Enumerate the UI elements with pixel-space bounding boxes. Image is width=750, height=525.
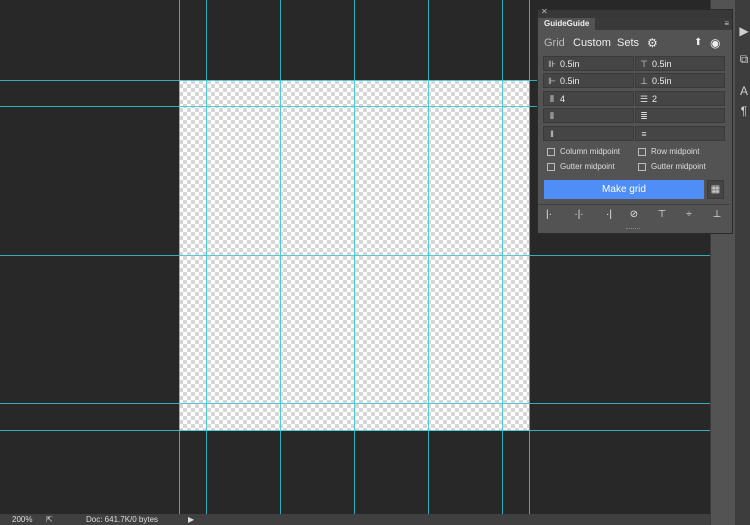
dock-column: [735, 0, 750, 525]
guide-horizontal[interactable]: [0, 430, 710, 431]
settings-gear-icon[interactable]: ⚙: [647, 35, 658, 51]
guide-bottom-icon[interactable]: ⊥: [709, 208, 725, 222]
panel-divider: [538, 204, 730, 205]
share-icon[interactable]: ⇱: [46, 514, 53, 525]
clear-guides-icon[interactable]: ⊘: [626, 208, 642, 222]
row-gutter-icon: ≡: [641, 129, 647, 139]
grid-options-icon[interactable]: ▦: [707, 180, 724, 199]
column-gutter-field[interactable]: ‖: [543, 126, 634, 141]
guide-horizontal[interactable]: [0, 403, 710, 404]
panel-titlebar: ✕: [538, 7, 732, 18]
panel-menu-icon[interactable]: ≡: [724, 18, 729, 30]
top-margin-field[interactable]: ⊤ 0.5in: [635, 56, 725, 71]
close-icon[interactable]: ✕: [541, 7, 548, 16]
guide-vertical[interactable]: [206, 0, 207, 514]
guide-vertical[interactable]: [529, 0, 530, 514]
guide-right-icon[interactable]: ·|: [601, 208, 617, 222]
paragraph-icon[interactable]: ¶: [737, 104, 750, 118]
gutter-midpoint-column-checkbox[interactable]: Gutter midpoint: [547, 161, 615, 172]
left-margin-field[interactable]: ⊪ 0.5in: [543, 56, 634, 71]
guide-vertical[interactable]: [502, 0, 503, 514]
panel-resize-grip[interactable]: [626, 228, 640, 232]
zoom-level[interactable]: 200%: [12, 514, 32, 525]
nav-sets[interactable]: Sets: [617, 35, 639, 51]
visibility-eye-icon[interactable]: ◉: [710, 35, 720, 51]
nav-grid[interactable]: Grid: [544, 35, 565, 51]
bottom-margin-icon: ⊥: [640, 76, 648, 86]
layers-icon[interactable]: ⧉: [737, 52, 750, 66]
column-width-field[interactable]: ⦀: [543, 108, 634, 123]
make-grid-button[interactable]: Make grid: [544, 180, 704, 199]
panel-tabbar: GuideGuide ≡: [538, 18, 732, 30]
doc-size: Doc: 641.7K/0 bytes: [86, 515, 159, 524]
top-margin-icon: ⊤: [640, 59, 648, 69]
rows-field[interactable]: ☰ 2: [635, 91, 725, 106]
character-icon[interactable]: A: [737, 84, 750, 98]
right-margin-field[interactable]: ⊩ 0.5in: [543, 73, 634, 88]
guide-vertical[interactable]: [354, 0, 355, 514]
guide-horizontal[interactable]: [0, 255, 710, 256]
nav-custom[interactable]: Custom: [573, 35, 611, 51]
play-icon[interactable]: ▶: [737, 24, 750, 38]
left-margin-icon: ⊪: [548, 59, 556, 69]
guide-top-icon[interactable]: ⊤: [654, 208, 670, 222]
column-width-icon: ⦀: [550, 111, 554, 121]
status-bar: 200% ⇱ Doc: 641.7K/0 bytes ▶: [0, 514, 710, 525]
column-midpoint-checkbox[interactable]: Column midpoint: [547, 146, 620, 157]
panel-tab[interactable]: GuideGuide: [538, 18, 596, 30]
upload-arrow-icon[interactable]: ⬆: [694, 35, 702, 51]
guide-left-icon[interactable]: |·: [541, 208, 557, 222]
guide-center-horizontal-icon[interactable]: ÷: [681, 208, 697, 222]
rows-icon: ☰: [639, 94, 649, 104]
panel-nav: Grid Custom Sets ⚙ ⬆ ◉: [544, 35, 728, 51]
guide-vertical[interactable]: [179, 0, 180, 514]
right-margin-icon: ⊩: [548, 76, 556, 86]
row-gutter-field[interactable]: ≡: [635, 126, 725, 141]
gutter-midpoint-row-checkbox[interactable]: Gutter midpoint: [638, 161, 706, 172]
row-height-icon: ≣: [640, 111, 648, 121]
columns-field[interactable]: ⦀ 4: [543, 91, 634, 106]
column-gutter-icon: ‖: [550, 129, 554, 139]
guide-vertical[interactable]: [280, 0, 281, 514]
guide-center-vertical-icon[interactable]: ·|·: [571, 208, 587, 222]
guide-vertical[interactable]: [428, 0, 429, 514]
status-menu-arrow-icon[interactable]: ▶: [188, 514, 194, 525]
row-height-field[interactable]: ≣: [635, 108, 725, 123]
columns-icon: ⦀: [550, 94, 554, 104]
bottom-margin-field[interactable]: ⊥ 0.5in: [635, 73, 725, 88]
row-midpoint-checkbox[interactable]: Row midpoint: [638, 146, 699, 157]
